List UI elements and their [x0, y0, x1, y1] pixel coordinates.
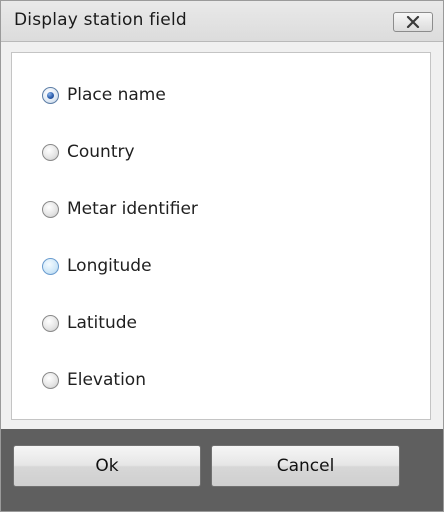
option-place-name[interactable]: Place name	[42, 82, 166, 108]
radio-button-icon[interactable]	[42, 143, 59, 161]
option-label: Latitude	[67, 313, 137, 333]
option-label: Country	[67, 142, 135, 162]
title-bar: Display station field	[1, 1, 443, 42]
dialog-title: Display station field	[14, 10, 187, 30]
display-station-field-dialog: Display station field Place name Country…	[0, 0, 444, 512]
option-country[interactable]: Country	[42, 139, 135, 165]
option-metar-identifier[interactable]: Metar identifier	[42, 196, 198, 222]
button-bar: Ok Cancel	[1, 429, 443, 511]
option-elevation[interactable]: Elevation	[42, 367, 146, 393]
radio-button-icon[interactable]	[42, 257, 59, 275]
radio-selected-dot	[47, 91, 54, 99]
option-label: Metar identifier	[67, 199, 198, 219]
option-longitude[interactable]: Longitude	[42, 253, 152, 279]
ok-button[interactable]: Ok	[13, 445, 201, 487]
radio-button-icon[interactable]	[42, 314, 59, 332]
option-label: Longitude	[67, 256, 152, 276]
option-label: Elevation	[67, 370, 146, 390]
radio-button-icon[interactable]	[42, 200, 59, 218]
option-latitude[interactable]: Latitude	[42, 310, 137, 336]
options-panel: Place name Country Metar identifier Long…	[11, 52, 431, 420]
radio-button-icon[interactable]	[42, 371, 59, 389]
option-label: Place name	[67, 85, 166, 105]
close-icon	[406, 16, 420, 28]
radio-button-icon[interactable]	[42, 86, 59, 104]
cancel-button[interactable]: Cancel	[211, 445, 400, 487]
close-button[interactable]	[393, 12, 433, 32]
